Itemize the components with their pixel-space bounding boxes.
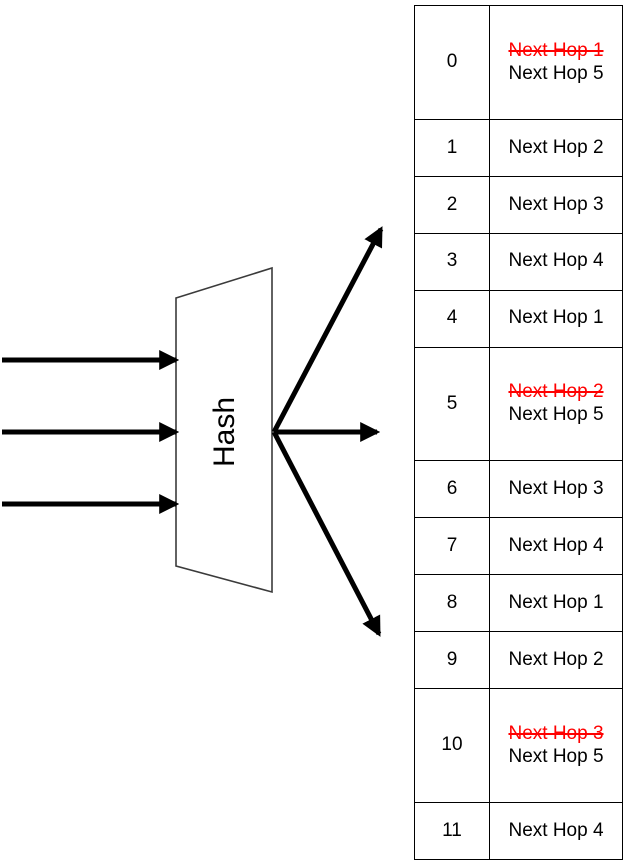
active-next-hop-label: Next Hop 2: [508, 648, 604, 670]
next-hop-stack: Next Hop 4: [490, 250, 622, 272]
next-hop-cell: Next Hop 1: [489, 574, 623, 633]
next-hop-cell: Next Hop 2: [489, 118, 623, 177]
next-hop-stack: Next Hop 1 Next Hop 5: [490, 40, 622, 86]
active-next-hop-label: Next Hop 3: [508, 478, 604, 500]
next-hop-stack: Next Hop 2 Next Hop 5: [490, 381, 622, 427]
next-hop-stack: Next Hop 3 Next Hop 5: [490, 723, 622, 769]
table-row: 3 Next Hop 4: [414, 232, 623, 291]
next-hop-cell: Next Hop 2 Next Hop 5: [489, 346, 623, 462]
bucket-index-cell: 10: [414, 688, 490, 803]
next-hop-stack: Next Hop 4: [490, 535, 622, 557]
next-hop-cell: Next Hop 3 Next Hop 5: [489, 688, 623, 803]
diagram-canvas: Hash 0 Next Hop 1 Next Hop 5 1 Next Hop 2 2 Ne…: [0, 0, 632, 865]
table-row: 0 Next Hop 1 Next Hop 5: [414, 5, 623, 120]
next-hop-stack: Next Hop 3: [490, 194, 622, 216]
table-row: 11 Next Hop 4: [414, 801, 623, 861]
next-hop-cell: Next Hop 4: [489, 801, 623, 861]
bucket-index-cell: 8: [414, 574, 490, 633]
bucket-index-cell: 3: [414, 232, 490, 291]
active-next-hop-label: Next Hop 4: [508, 250, 604, 272]
bucket-index-cell: 6: [414, 460, 490, 519]
hash-block-label: Hash: [208, 396, 241, 468]
table-row: 2 Next Hop 3: [414, 175, 623, 234]
table-row: 9 Next Hop 2: [414, 631, 623, 690]
active-next-hop-label: Next Hop 1: [508, 307, 604, 329]
next-hop-table: 0 Next Hop 1 Next Hop 5 1 Next Hop 2 2 Next Ho…: [414, 5, 623, 861]
table-row: 5 Next Hop 2 Next Hop 5: [414, 346, 623, 462]
bucket-index-cell: 2: [414, 175, 490, 234]
next-hop-stack: Next Hop 1: [490, 592, 622, 614]
active-next-hop-label: Next Hop 1: [508, 592, 604, 613]
active-next-hop-label: Next Hop 5: [508, 746, 604, 768]
active-next-hop-label: Next Hop 5: [508, 404, 604, 426]
table-row: 7 Next Hop 4: [414, 517, 623, 576]
next-hop-table-body: 0 Next Hop 1 Next Hop 5 1 Next Hop 2 2 Next Ho…: [414, 5, 623, 861]
next-hop-cell: Next Hop 4: [489, 517, 623, 576]
active-next-hop-label: Next Hop 4: [508, 819, 604, 841]
next-hop-cell: Next Hop 1: [489, 289, 623, 348]
bucket-index-cell: 5: [414, 346, 490, 462]
table-row: 10 Next Hop 3 Next Hop 5: [414, 688, 623, 803]
next-hop-cell: Next Hop 1 Next Hop 5: [489, 5, 623, 120]
next-hop-stack: Next Hop 3: [490, 478, 622, 500]
active-next-hop-label: Next Hop 3: [508, 193, 604, 215]
bucket-index-cell: 11: [414, 801, 490, 861]
table-row: 6 Next Hop 3: [414, 460, 623, 519]
bucket-index-cell: 4: [414, 289, 490, 348]
bucket-index-cell: 1: [414, 118, 490, 177]
output-arrow-up: [271, 226, 384, 434]
next-hop-cell: Next Hop 4: [489, 232, 623, 291]
table-row: 1 Next Hop 2: [414, 118, 623, 177]
active-next-hop-label: Next Hop 2: [508, 136, 604, 158]
next-hop-cell: Next Hop 2: [489, 631, 623, 690]
bucket-index-cell: 7: [414, 517, 490, 576]
active-next-hop-label: Next Hop 4: [508, 535, 604, 557]
bucket-index-cell: 9: [414, 631, 490, 690]
table-row: 8 Next Hop 1: [414, 574, 623, 633]
next-hop-stack: Next Hop 2: [490, 649, 622, 671]
retired-next-hop-label: Next Hop 2: [508, 381, 604, 403]
next-hop-stack: Next Hop 1: [490, 307, 622, 329]
next-hop-stack: Next Hop 4: [490, 820, 622, 842]
bucket-index-cell: 0: [414, 5, 490, 120]
output-arrow-down: [271, 430, 382, 637]
retired-next-hop-label: Next Hop 3: [508, 722, 604, 744]
retired-next-hop-label: Next Hop 1: [508, 39, 604, 61]
next-hop-cell: Next Hop 3: [489, 175, 623, 234]
next-hop-stack: Next Hop 2: [490, 137, 622, 159]
active-next-hop-label: Next Hop 5: [508, 62, 604, 84]
table-row: 4 Next Hop 1: [414, 289, 623, 348]
next-hop-cell: Next Hop 3: [489, 460, 623, 519]
